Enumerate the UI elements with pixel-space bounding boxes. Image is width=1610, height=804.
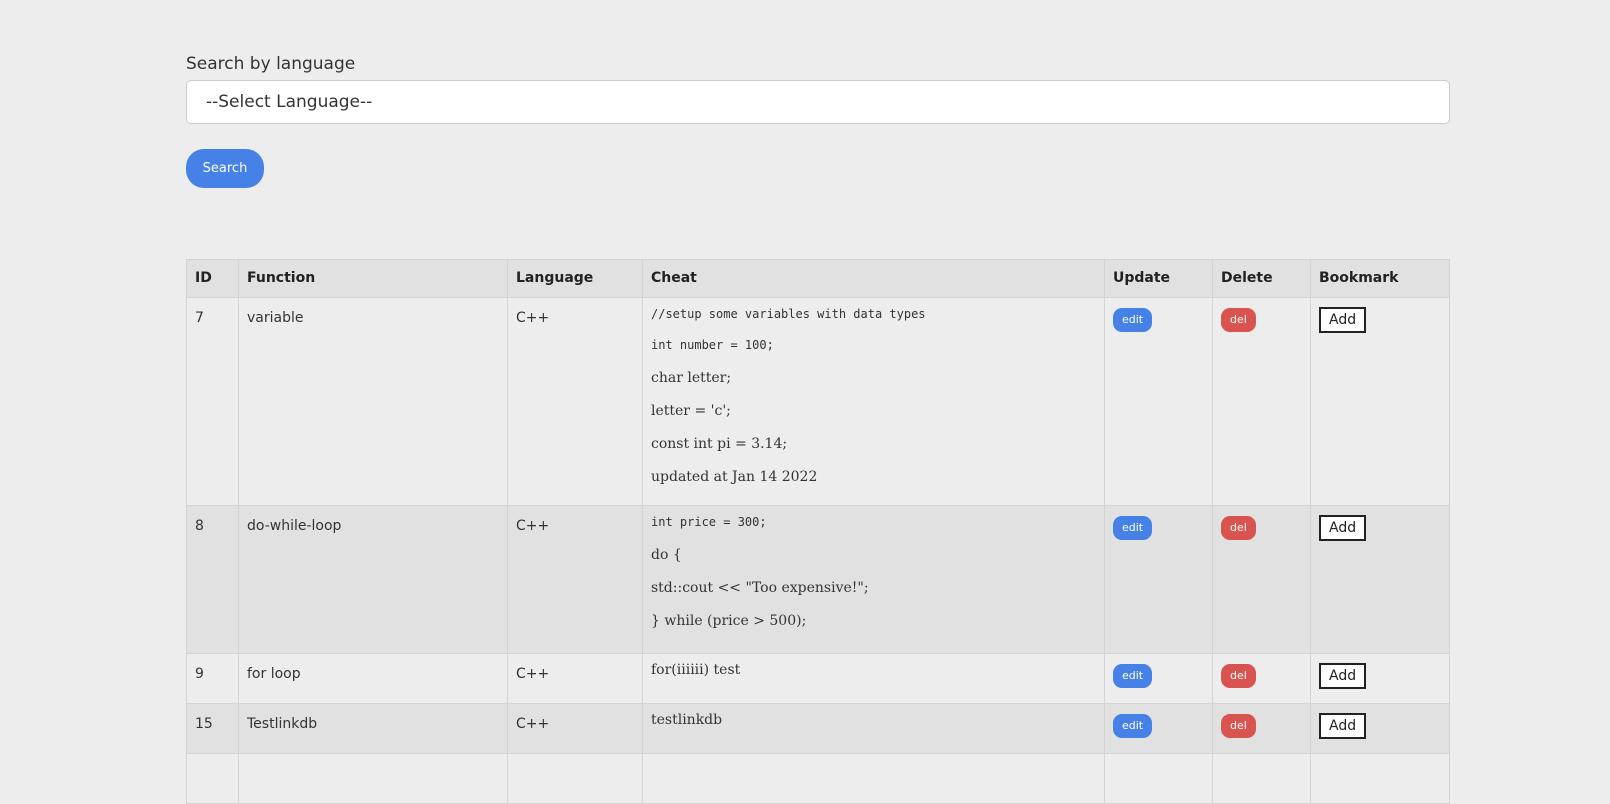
- cell-id: [186, 753, 239, 804]
- cell-function: for loop: [238, 653, 508, 704]
- cell-cheat: [642, 753, 1105, 804]
- edit-button[interactable]: edit: [1113, 664, 1153, 688]
- delete-button[interactable]: del: [1221, 308, 1256, 332]
- cell-update: edit: [1104, 297, 1213, 506]
- cheat-code-line: //setup some variables with data types: [651, 307, 926, 321]
- cheat-text-line: const int pi = 3.14;: [651, 436, 788, 452]
- search-button[interactable]: Search: [186, 149, 264, 188]
- header-cheat: Cheat: [642, 259, 1105, 298]
- cheats-table: ID Function Language Cheat Update Delete…: [186, 259, 1450, 804]
- table-row: 15 Testlinkdb C++ testlinkdb edit del Ad…: [186, 703, 1450, 754]
- table-row: 9 for loop C++ for(iiiiii) test edit del…: [186, 653, 1450, 704]
- cheat-text-line: letter = 'c';: [651, 403, 731, 419]
- cheat-text-line: testlinkdb: [651, 712, 723, 728]
- cell-bookmark: Add: [1310, 653, 1450, 704]
- delete-button[interactable]: del: [1221, 714, 1256, 738]
- header-bookmark: Bookmark: [1310, 259, 1450, 298]
- cell-language: [507, 753, 643, 804]
- cell-cheat: testlinkdb: [642, 703, 1105, 754]
- cell-update: [1104, 753, 1213, 804]
- header-function: Function: [238, 259, 508, 298]
- cheat-text-line: } while (price > 500);: [651, 613, 807, 629]
- delete-button[interactable]: del: [1221, 664, 1256, 688]
- cheat-text-line: std::cout << "Too expensive!";: [651, 580, 869, 596]
- cheat-text-line: char letter;: [651, 370, 732, 386]
- cell-id: 7: [186, 297, 239, 506]
- cell-update: edit: [1104, 703, 1213, 754]
- cell-cheat: //setup some variables with data types i…: [642, 297, 1105, 506]
- header-update: Update: [1104, 259, 1213, 298]
- edit-button[interactable]: edit: [1113, 714, 1153, 738]
- table-row: 8 do-while-loop C++ int price = 300; do …: [186, 505, 1450, 654]
- cell-function: Testlinkdb: [238, 703, 508, 754]
- cheat-text-line: do {: [651, 547, 682, 563]
- header-language: Language: [507, 259, 643, 298]
- cell-id: 9: [186, 653, 239, 704]
- cell-id: 15: [186, 703, 239, 754]
- cell-update: edit: [1104, 505, 1213, 654]
- cheat-text-line: for(iiiiii) test: [651, 662, 741, 678]
- add-bookmark-button[interactable]: Add: [1319, 713, 1367, 739]
- edit-button[interactable]: edit: [1113, 516, 1153, 540]
- table-row: 7 variable C++ //setup some variables wi…: [186, 297, 1450, 506]
- cell-cheat: int price = 300; do { std::cout << "Too …: [642, 505, 1105, 654]
- header-id: ID: [186, 259, 239, 298]
- cell-function: [238, 753, 508, 804]
- cell-function: variable: [238, 297, 508, 506]
- delete-button[interactable]: del: [1221, 516, 1256, 540]
- table-row: [186, 753, 1450, 804]
- cell-bookmark: [1310, 753, 1450, 804]
- cell-delete: [1212, 753, 1311, 804]
- cell-bookmark: Add: [1310, 297, 1450, 506]
- cell-update: edit: [1104, 653, 1213, 704]
- cell-delete: del: [1212, 703, 1311, 754]
- add-bookmark-button[interactable]: Add: [1319, 663, 1367, 689]
- header-delete: Delete: [1212, 259, 1311, 298]
- add-bookmark-button[interactable]: Add: [1319, 307, 1367, 333]
- search-label: Search by language: [186, 54, 356, 74]
- cell-language: C++: [507, 505, 643, 654]
- cell-bookmark: Add: [1310, 505, 1450, 654]
- cheat-updated-line: updated at Jan 14 2022: [651, 469, 818, 485]
- cell-id: 8: [186, 505, 239, 654]
- cell-delete: del: [1212, 653, 1311, 704]
- cell-function: do-while-loop: [238, 505, 508, 654]
- cell-cheat: for(iiiiii) test: [642, 653, 1105, 704]
- cell-language: C++: [507, 653, 643, 704]
- cell-bookmark: Add: [1310, 703, 1450, 754]
- language-select[interactable]: --Select Language--: [186, 80, 1450, 124]
- edit-button[interactable]: edit: [1113, 308, 1153, 332]
- add-bookmark-button[interactable]: Add: [1319, 515, 1367, 541]
- cell-language: C++: [507, 297, 643, 506]
- search-form: Search by language --Select Language-- S…: [186, 52, 1450, 188]
- cheat-code-line: int number = 100;: [651, 338, 774, 352]
- cell-language: C++: [507, 703, 643, 754]
- table-header-row: ID Function Language Cheat Update Delete…: [186, 259, 1450, 298]
- cheat-code-line: int price = 300;: [651, 515, 767, 529]
- cell-delete: del: [1212, 505, 1311, 654]
- cell-delete: del: [1212, 297, 1311, 506]
